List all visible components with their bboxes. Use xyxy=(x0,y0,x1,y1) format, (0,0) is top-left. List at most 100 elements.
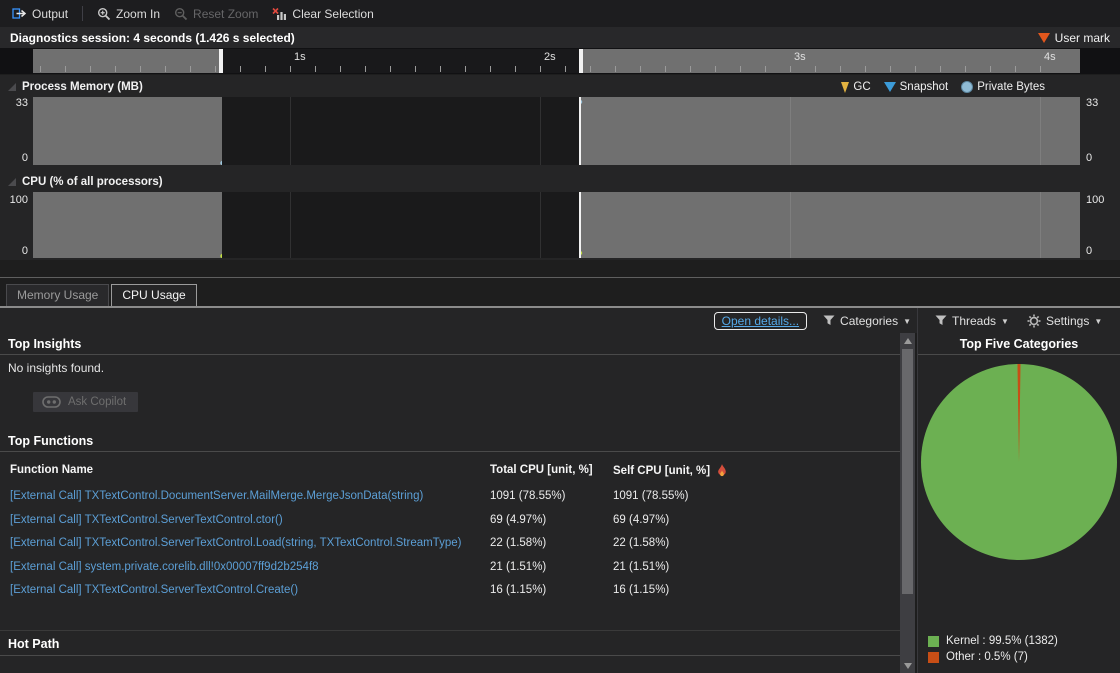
user-mark-icon xyxy=(1038,33,1050,43)
ruler-tick-label: 3s xyxy=(794,51,806,63)
legend-swatch xyxy=(928,652,939,663)
cpu-lane-header: CPU (% of all processors) xyxy=(0,172,1120,192)
scrollbar-down-arrow[interactable] xyxy=(900,658,915,673)
ask-copilot-button[interactable]: Ask Copilot xyxy=(33,392,138,412)
details-toolbar-right: Threads ▼ Settings ▼ xyxy=(917,308,1120,333)
main-toolbar: Output Zoom In Reset Zoom xyxy=(0,0,1120,27)
pie-legend-item: Other : 0.5% (7) xyxy=(928,651,1058,663)
legend-private-bytes: Private Bytes xyxy=(961,81,1045,93)
legend-label: Kernel : 99.5% (1382) xyxy=(946,635,1058,647)
selection-end-marker[interactable] xyxy=(579,192,581,258)
chevron-down-icon: ▼ xyxy=(1094,317,1102,326)
output-button[interactable]: Output xyxy=(8,5,72,23)
zoom-in-button[interactable]: Zoom In xyxy=(93,5,164,23)
cpu-ymin-left: 0 xyxy=(0,245,28,257)
tab-cpu-usage[interactable]: CPU Usage xyxy=(111,284,196,306)
cpu-chart[interactable] xyxy=(33,192,1080,258)
memory-ymin-left: 0 xyxy=(0,152,28,164)
memory-chart-selection xyxy=(222,97,580,165)
function-name-link[interactable]: [External Call] system.private.corelib.d… xyxy=(10,561,319,573)
ruler-tick-label: 1s xyxy=(294,51,306,63)
timeline-ruler[interactable]: 1s2s3s4s xyxy=(0,48,1120,74)
memory-lane-header: Process Memory (MB) GC Snapshot Private … xyxy=(0,77,1120,97)
total-cpu-value: 16 (1.15%) xyxy=(490,584,546,596)
gridline-3s xyxy=(790,97,791,165)
scrollbar-up-arrow[interactable] xyxy=(900,333,915,348)
pie-svg xyxy=(919,361,1119,561)
output-icon xyxy=(12,7,27,20)
session-title: Diagnostics session: 4 seconds (1.426 s … xyxy=(10,31,295,45)
legend-swatch xyxy=(928,636,939,647)
memory-chart[interactable] xyxy=(33,97,1080,165)
threads-label: Threads xyxy=(952,314,996,328)
ask-copilot-label: Ask Copilot xyxy=(68,396,126,408)
gridline-3s xyxy=(790,192,791,258)
column-header-self-cpu[interactable]: Self CPU [unit, %] xyxy=(613,464,728,478)
function-name-link[interactable]: [External Call] TXTextControl.ServerText… xyxy=(10,584,298,596)
pie-legend: Kernel : 99.5% (1382) Other : 0.5% (7) xyxy=(928,635,1058,663)
chevron-down-icon: ▼ xyxy=(903,317,911,326)
cpu-ymax-left: 100 xyxy=(0,194,28,206)
user-mark-legend: User mark xyxy=(1038,31,1110,45)
output-label: Output xyxy=(32,7,68,21)
collapse-expander-icon[interactable] xyxy=(8,178,16,186)
clear-selection-button[interactable]: Clear Selection xyxy=(268,5,377,23)
cpu-lane-title: CPU (% of all processors) xyxy=(22,176,163,188)
diagnostics-window: Output Zoom In Reset Zoom xyxy=(0,0,1120,673)
settings-dropdown[interactable]: Settings ▼ xyxy=(1027,314,1102,328)
gridline-2s xyxy=(540,97,541,165)
table-row: [External Call] TXTextControl.DocumentSe… xyxy=(0,485,900,509)
filter-icon xyxy=(823,315,835,326)
memory-legend: GC Snapshot Private Bytes xyxy=(841,77,1045,97)
pie-legend-item: Kernel : 99.5% (1382) xyxy=(928,635,1058,647)
open-details-link[interactable]: Open details... xyxy=(714,312,807,330)
reset-zoom-button[interactable]: Reset Zoom xyxy=(170,5,262,23)
gridline-1s xyxy=(290,192,291,258)
legend-gc: GC xyxy=(841,81,870,93)
ruler-minor-ticks xyxy=(40,66,1045,72)
total-cpu-value: 69 (4.97%) xyxy=(490,514,546,526)
categories-dropdown[interactable]: Categories ▼ xyxy=(823,314,911,328)
user-mark-label: User mark xyxy=(1055,31,1110,45)
gridline-4s xyxy=(1040,192,1041,258)
gridline-2s xyxy=(540,192,541,258)
filter-icon xyxy=(935,315,947,326)
flame-icon xyxy=(716,464,728,478)
top-insights-heading: Top Insights xyxy=(0,334,900,355)
function-name-link[interactable]: [External Call] TXTextControl.DocumentSe… xyxy=(10,490,423,502)
function-name-link[interactable]: [External Call] TXTextControl.ServerText… xyxy=(10,514,283,526)
vertical-scrollbar[interactable] xyxy=(900,333,915,673)
self-cpu-label: Self CPU [unit, %] xyxy=(613,465,710,477)
column-header-function-name[interactable]: Function Name xyxy=(10,464,93,476)
ruler-tick-label: 4s xyxy=(1044,51,1056,63)
toolbar-separator xyxy=(82,6,83,21)
cpu-chart-selection xyxy=(222,192,580,258)
selection-end-marker[interactable] xyxy=(579,97,581,165)
scrollbar-thumb[interactable] xyxy=(902,349,913,594)
column-header-total-cpu[interactable]: Total CPU [unit, %] xyxy=(490,464,593,476)
reset-zoom-label: Reset Zoom xyxy=(193,7,258,21)
categories-pie-chart xyxy=(919,361,1119,561)
gridline-4s xyxy=(1040,97,1041,165)
self-cpu-value: 16 (1.15%) xyxy=(613,584,669,596)
zoom-in-icon xyxy=(97,7,111,21)
cpu-ymin-right: 0 xyxy=(1086,245,1116,257)
copilot-icon xyxy=(42,396,61,408)
snapshot-label: Snapshot xyxy=(900,81,949,93)
snapshot-marker-icon xyxy=(884,82,896,92)
function-name-link[interactable]: [External Call] TXTextControl.ServerText… xyxy=(10,537,461,549)
cpu-ymax-right: 100 xyxy=(1086,194,1116,206)
zoom-in-label: Zoom In xyxy=(116,7,160,21)
settings-label: Settings xyxy=(1046,314,1089,328)
table-row: [External Call] TXTextControl.ServerText… xyxy=(0,509,900,533)
table-row: [External Call] TXTextControl.ServerText… xyxy=(0,579,900,603)
gridline-1s xyxy=(290,97,291,165)
private-bytes-marker-icon xyxy=(961,81,973,93)
gear-icon xyxy=(1027,314,1041,328)
top-five-categories-heading: Top Five Categories xyxy=(918,334,1120,355)
tab-memory-usage[interactable]: Memory Usage xyxy=(6,284,109,306)
threads-dropdown[interactable]: Threads ▼ xyxy=(935,314,1009,328)
table-row: [External Call] system.private.corelib.d… xyxy=(0,556,900,580)
collapse-expander-icon[interactable] xyxy=(8,83,16,91)
details-toolbar-left: Open details... Categories ▼ xyxy=(0,308,917,333)
